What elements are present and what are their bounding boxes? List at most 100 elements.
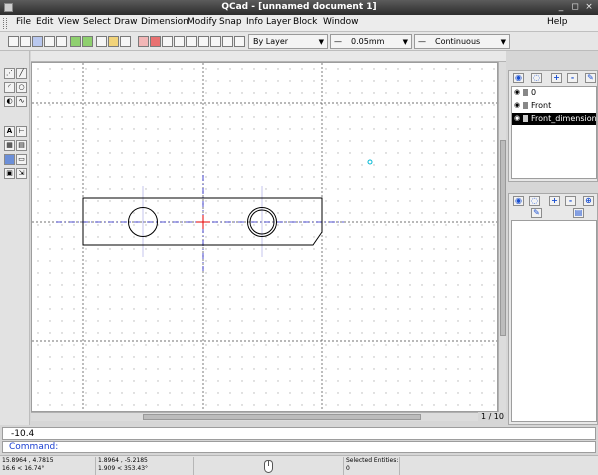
block-list[interactable]: [511, 220, 597, 422]
tool-palette: ⋰ ╱ ◜ ○ ◐ ∿ A ⊢ ▦ ▤ ▭ ▣ ⇲: [0, 51, 30, 425]
show-all-blocks-icon[interactable]: ◉: [513, 196, 524, 206]
layer-item-0[interactable]: ◉ 0: [512, 87, 596, 99]
menu-window[interactable]: Window: [323, 17, 359, 27]
zoom-previous-icon[interactable]: [210, 36, 221, 47]
layer-list[interactable]: ◉ 0 ◉ Front ◉ Front_dimension: [511, 86, 597, 179]
create-block-icon[interactable]: ▤: [573, 208, 584, 218]
layer-item-front[interactable]: ◉ Front: [512, 100, 596, 112]
lock-icon[interactable]: [523, 102, 528, 109]
eye-icon[interactable]: ◉: [514, 115, 521, 122]
circles-tool-icon[interactable]: ○: [16, 82, 27, 93]
edit-layer-icon[interactable]: ✎: [585, 73, 596, 83]
menu-info[interactable]: Info: [246, 17, 263, 27]
edit-block-icon[interactable]: ✎: [531, 208, 542, 218]
color-combo[interactable]: By Layer ▼: [248, 34, 328, 49]
add-layer-button[interactable]: +: [551, 73, 562, 83]
copy-icon[interactable]: [108, 36, 119, 47]
zoom-out-icon[interactable]: [186, 36, 197, 47]
show-all-layers-icon[interactable]: ◉: [513, 73, 524, 83]
lock-icon[interactable]: [523, 89, 528, 96]
line-width-preview-icon: —: [334, 37, 342, 46]
remove-block-button[interactable]: -: [565, 196, 576, 206]
horizontal-scrollbar[interactable]: [31, 412, 478, 421]
close-button[interactable]: ×: [584, 2, 594, 12]
eye-icon[interactable]: ◉: [514, 89, 521, 96]
minimize-button[interactable]: _: [556, 2, 566, 12]
arcs-tool-icon[interactable]: ◜: [4, 82, 15, 93]
menu-help[interactable]: Help: [547, 17, 568, 27]
lock-icon[interactable]: [523, 115, 528, 122]
hide-all-blocks-icon[interactable]: ◌: [529, 196, 540, 206]
hide-all-layers-icon[interactable]: ◌: [531, 73, 542, 83]
dimension-tool-icon[interactable]: ⊢: [16, 126, 27, 137]
menu-dimension[interactable]: Dimension: [141, 17, 189, 27]
line-width-combo[interactable]: — 0.05mm ▼: [330, 34, 412, 49]
zoom-pan-icon[interactable]: [234, 36, 245, 47]
layer-panel-toolbar: ◉ ◌ + - ✎: [511, 73, 597, 83]
snap-grid: [32, 63, 497, 411]
print-icon[interactable]: [44, 36, 55, 47]
zoom-in-icon[interactable]: [174, 36, 185, 47]
splines-tool-icon[interactable]: ∿: [16, 96, 27, 107]
raster-image-tool-icon[interactable]: ▤: [16, 140, 27, 151]
menu-select[interactable]: Select: [83, 17, 111, 27]
lines-tool-icon[interactable]: ╱: [16, 68, 27, 79]
menu-draw[interactable]: Draw: [114, 17, 138, 27]
zoom-auto-icon[interactable]: [198, 36, 209, 47]
menu-layer[interactable]: Layer: [266, 17, 291, 27]
absolute-polar: 16.6 < 16.74°: [2, 465, 45, 472]
eye-icon[interactable]: ◉: [514, 102, 521, 109]
open-file-icon[interactable]: [20, 36, 31, 47]
drawing-canvas[interactable]: [31, 62, 498, 412]
line-type-combo[interactable]: — Continuous ▼: [414, 34, 510, 49]
text-tool-icon[interactable]: A: [4, 126, 15, 137]
absolute-cartesian: 15.8964 , 4.7815: [2, 457, 54, 464]
command-label: Command:: [9, 442, 59, 452]
print-preview-icon[interactable]: [56, 36, 67, 47]
menu-block[interactable]: Block: [293, 17, 317, 27]
modify-tool-icon[interactable]: ▭: [16, 154, 27, 165]
hatch-tool-icon[interactable]: ▦: [4, 140, 15, 151]
block-panel-toolbar: ◉ ◌ + - ⊕ ✎ ▤: [511, 196, 597, 218]
maximize-button[interactable]: ◻: [570, 2, 580, 12]
block-list-panel: ◉ ◌ + - ⊕ ✎ ▤: [508, 193, 598, 425]
line-type-value: Continuous: [435, 37, 481, 46]
zoom-window-icon[interactable]: [222, 36, 233, 47]
selected-entities-count: 0: [346, 465, 350, 472]
redo-icon[interactable]: [82, 36, 93, 47]
color-combo-value: By Layer: [253, 37, 289, 46]
top-ruler: [31, 51, 506, 62]
vertical-scrollbar-thumb[interactable]: [500, 140, 506, 336]
menu-view[interactable]: View: [58, 17, 79, 27]
horizontal-scrollbar-thumb[interactable]: [143, 414, 421, 420]
redraw-icon[interactable]: [162, 36, 173, 47]
insert-block-icon[interactable]: ⊕: [583, 196, 594, 206]
add-block-button[interactable]: +: [549, 196, 560, 206]
chevron-down-icon: ▼: [402, 38, 408, 46]
command-line[interactable]: Command:: [2, 441, 596, 453]
mouse-icon: [264, 460, 273, 473]
line-type-preview-icon: —: [418, 37, 426, 46]
menu-file[interactable]: File: [16, 17, 31, 27]
block-tool-icon[interactable]: [4, 154, 15, 165]
select-tool-icon[interactable]: ⇲: [16, 168, 27, 179]
save-icon[interactable]: [32, 36, 43, 47]
menu-snap[interactable]: Snap: [219, 17, 242, 27]
title-bar: QCad - [unnamed document 1] _ ◻ ×: [0, 0, 598, 15]
info-tool-icon[interactable]: ▣: [4, 168, 15, 179]
draft-icon[interactable]: [150, 36, 161, 47]
menu-edit[interactable]: Edit: [36, 17, 53, 27]
ellipses-tool-icon[interactable]: ◐: [4, 96, 15, 107]
vertical-scrollbar[interactable]: [498, 62, 506, 412]
grid-icon[interactable]: [138, 36, 149, 47]
drawing-svg[interactable]: [32, 63, 497, 411]
points-tool-icon[interactable]: ⋰: [4, 68, 15, 79]
cut-icon[interactable]: [96, 36, 107, 47]
menu-modify[interactable]: Modify: [187, 17, 217, 27]
chevron-down-icon: ▼: [500, 38, 506, 46]
paste-icon[interactable]: [120, 36, 131, 47]
layer-item-front-dimension[interactable]: ◉ Front_dimension: [512, 113, 597, 125]
remove-layer-button[interactable]: -: [567, 73, 578, 83]
new-file-icon[interactable]: [8, 36, 19, 47]
undo-icon[interactable]: [70, 36, 81, 47]
